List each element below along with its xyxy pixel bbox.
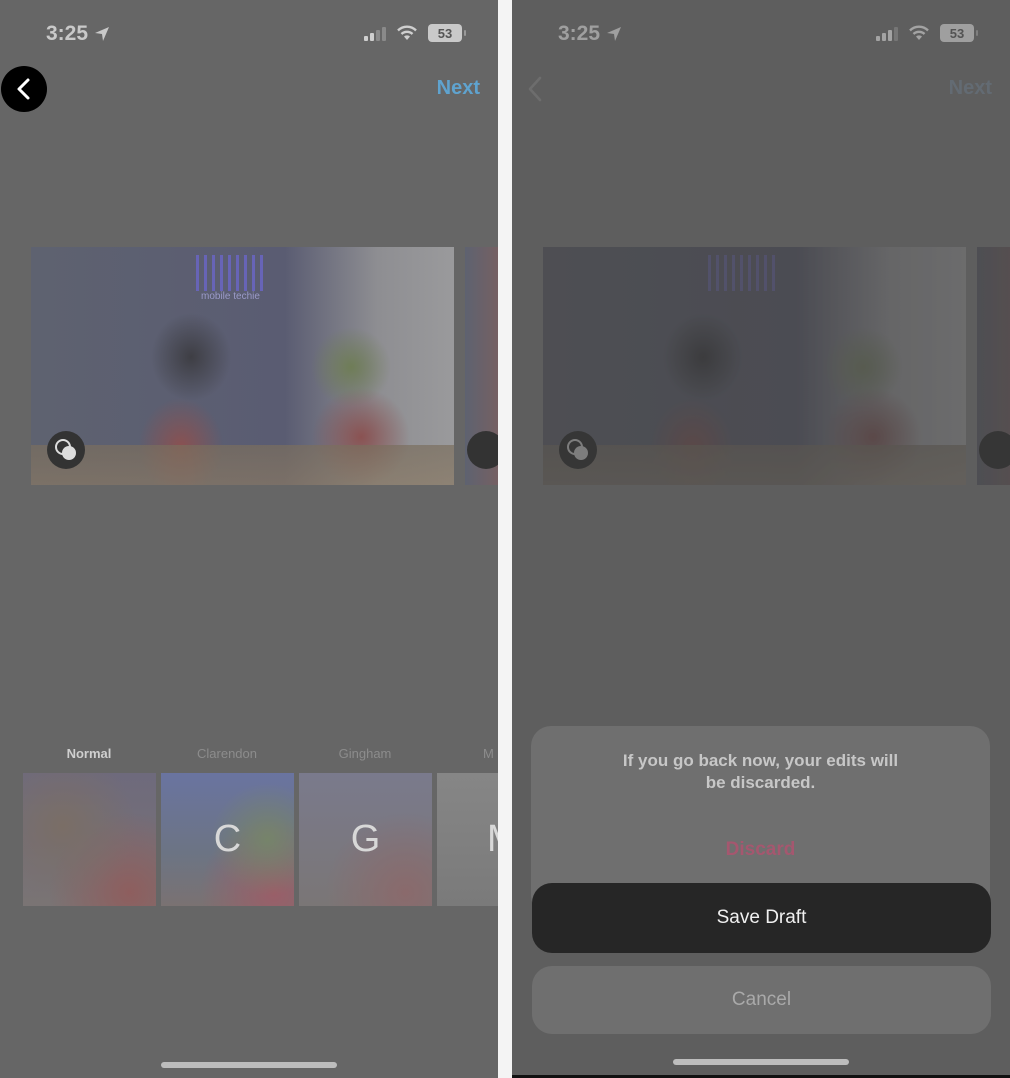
multi-select-button[interactable] xyxy=(47,431,85,469)
discard-dialog-screen: 3:25 53 Next If you go back now, your ed… xyxy=(512,0,1010,1078)
battery-level: 53 xyxy=(437,25,453,41)
back-button[interactable] xyxy=(1,66,47,112)
time-text: 3:25 xyxy=(46,22,89,45)
next-button[interactable]: Next xyxy=(437,77,480,100)
filter-label-gingham: Gingham xyxy=(338,746,392,761)
home-indicator[interactable] xyxy=(673,1059,849,1065)
discard-button[interactable]: Discard xyxy=(531,839,990,861)
panel-divider xyxy=(498,0,512,1078)
next-photo-preview[interactable] xyxy=(465,247,498,485)
status-indicators: 53 xyxy=(364,24,466,42)
filter-normal[interactable] xyxy=(23,773,156,906)
save-draft-button[interactable]: Save Draft xyxy=(532,883,991,953)
location-arrow-icon xyxy=(95,27,110,41)
photo-preview[interactable]: mobile techie xyxy=(31,247,454,485)
filter-letter: M xyxy=(487,818,498,861)
status-time: 3:25 xyxy=(46,22,110,46)
filter-clarendon[interactable]: C xyxy=(161,773,294,906)
battery-icon: 53 xyxy=(428,24,466,42)
filter-m[interactable]: M xyxy=(437,773,498,906)
chevron-left-icon xyxy=(17,78,30,100)
filter-label-m: M xyxy=(483,746,494,761)
filter-label-normal: Normal xyxy=(66,746,112,761)
filter-gingham[interactable]: G xyxy=(299,773,432,906)
cellular-signal-icon xyxy=(364,25,386,41)
wifi-icon xyxy=(397,25,417,40)
filter-label-clarendon: Clarendon xyxy=(197,746,257,761)
brand-logo xyxy=(196,255,266,291)
brand-subtitle: mobile techie xyxy=(201,291,260,302)
multiple-circles-icon xyxy=(55,439,76,460)
dialog-message: If you go back now, your edits will be d… xyxy=(622,751,899,792)
filter-letter: G xyxy=(350,818,381,860)
filter-screen: 3:25 53 Next mobile techie Normal Claren… xyxy=(0,0,498,1078)
cancel-button[interactable]: Cancel xyxy=(532,966,991,1034)
multi-select-button-2[interactable] xyxy=(467,431,498,469)
home-indicator[interactable] xyxy=(161,1062,337,1068)
filter-letter: C xyxy=(213,818,242,860)
photo-floor xyxy=(31,445,454,485)
